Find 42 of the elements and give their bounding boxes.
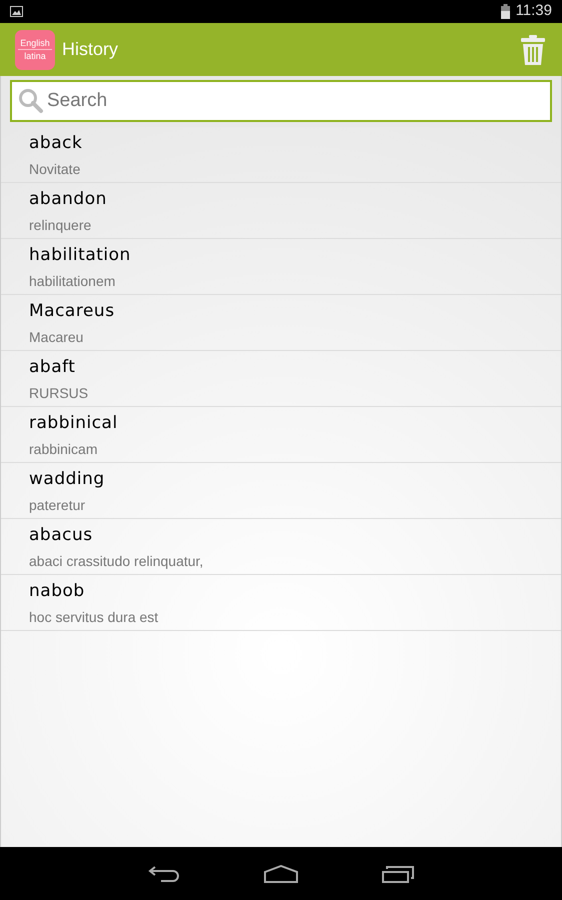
history-item[interactable]: abacus abaci crassitudo relinquatur, bbox=[1, 519, 561, 575]
english-word: abacus bbox=[29, 524, 94, 546]
latin-translation: hoc servitus dura est bbox=[29, 608, 160, 626]
history-item[interactable]: Macareus Macareu bbox=[1, 295, 561, 351]
screen-title: History bbox=[62, 38, 120, 61]
latin-translation: Novitate bbox=[29, 160, 82, 178]
logo-text: English bbox=[18, 38, 52, 50]
english-word: abaft bbox=[29, 356, 76, 378]
english-word: habilitation bbox=[29, 244, 132, 266]
english-word: rabbinical bbox=[29, 412, 119, 434]
history-item[interactable]: aback Novitate bbox=[1, 127, 561, 183]
latin-translation: Macareu bbox=[29, 328, 84, 346]
latin-translation: abaci crassitudo relinquatur, bbox=[29, 552, 204, 570]
latin-translation: RURSUS bbox=[29, 384, 90, 402]
back-button[interactable] bbox=[148, 864, 180, 882]
latin-translation: relinquere bbox=[29, 216, 92, 234]
home-icon bbox=[264, 864, 298, 882]
history-item[interactable]: rabbinical rabbinicam bbox=[1, 407, 561, 463]
english-word: aback bbox=[29, 132, 84, 154]
trash-icon bbox=[521, 34, 545, 64]
clock: 11:39 bbox=[516, 1, 552, 22]
latin-translation: rabbinicam bbox=[29, 440, 98, 458]
english-word: wadding bbox=[29, 468, 106, 490]
recent-apps-button[interactable] bbox=[382, 864, 414, 882]
recent-apps-icon bbox=[382, 864, 414, 882]
english-word: abandon bbox=[29, 188, 108, 210]
history-item[interactable]: habilitation habilitationem bbox=[1, 239, 561, 295]
history-item[interactable]: nabob hoc servitus dura est bbox=[1, 575, 561, 631]
history-item[interactable]: wadding pateretur bbox=[1, 463, 561, 519]
battery-icon bbox=[500, 4, 510, 19]
back-icon bbox=[148, 864, 180, 882]
picture-notification-icon bbox=[10, 6, 23, 17]
history-item[interactable]: abaft RURSUS bbox=[1, 351, 561, 407]
logo-text: latina bbox=[24, 50, 46, 62]
search-icon bbox=[18, 88, 44, 114]
latin-translation: habilitationem bbox=[29, 272, 116, 290]
home-button[interactable] bbox=[264, 864, 298, 882]
english-word: nabob bbox=[29, 580, 86, 602]
latin-translation: pateretur bbox=[29, 496, 86, 514]
history-item[interactable]: abandon relinquere bbox=[1, 183, 561, 239]
search-field[interactable]: Search bbox=[10, 80, 552, 122]
english-word: Macareus bbox=[29, 300, 116, 322]
